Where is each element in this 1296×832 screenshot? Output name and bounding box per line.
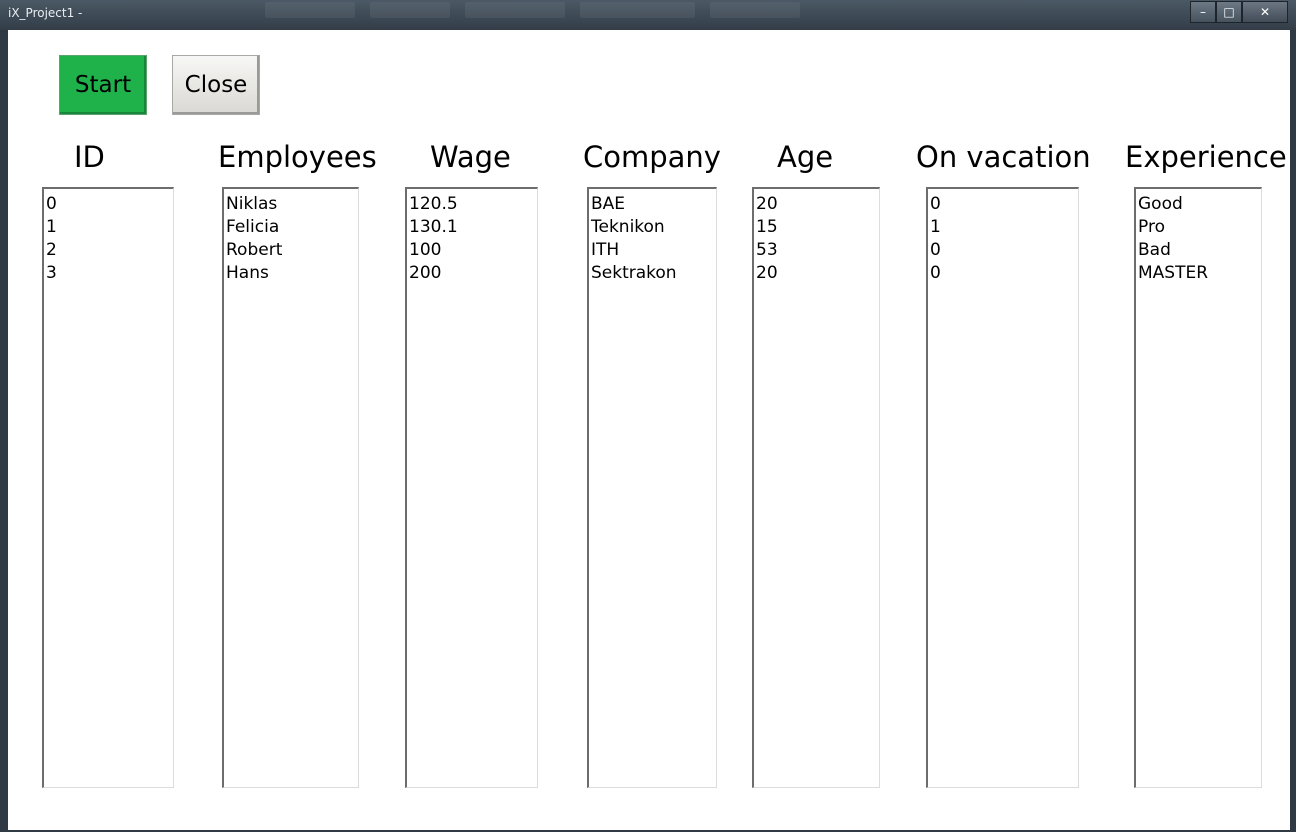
list-item[interactable]: 0 (46, 193, 171, 216)
column-header-experience: Experience (1125, 140, 1287, 174)
list-item[interactable]: 0 (930, 239, 1076, 262)
list-item[interactable]: 20 (756, 262, 877, 285)
list-item[interactable]: Felicia (226, 216, 356, 239)
list-item[interactable]: 0 (930, 193, 1076, 216)
window-controls: – □ ✕ (1190, 1, 1288, 23)
list-item[interactable]: 130.1 (409, 216, 535, 239)
list-item[interactable]: 2 (46, 239, 171, 262)
list-item[interactable]: 53 (756, 239, 877, 262)
background-tab (370, 2, 450, 18)
close-window-icon[interactable]: ✕ (1242, 1, 1288, 23)
background-tab (710, 2, 800, 18)
list-item[interactable]: Niklas (226, 193, 356, 216)
column-header-wage: Wage (430, 140, 511, 174)
start-button[interactable]: Start (59, 55, 147, 115)
list-item[interactable]: Hans (226, 262, 356, 285)
minimize-icon[interactable]: – (1190, 1, 1216, 23)
list-item[interactable]: 100 (409, 239, 535, 262)
list-item[interactable]: Robert (226, 239, 356, 262)
column-header-company: Company (583, 140, 721, 174)
list-item[interactable]: BAE (591, 193, 714, 216)
listbox-on-vacation[interactable]: 0 1 0 0 (926, 187, 1079, 788)
list-item[interactable]: 0 (930, 262, 1076, 285)
listbox-company[interactable]: BAE Teknikon ITH Sektrakon (587, 187, 717, 788)
list-item[interactable]: Bad (1138, 239, 1259, 262)
list-item[interactable]: 200 (409, 262, 535, 285)
listbox-experience[interactable]: Good Pro Bad MASTER (1134, 187, 1262, 788)
column-header-age: Age (777, 140, 834, 174)
list-item[interactable]: 1 (930, 216, 1076, 239)
list-item[interactable]: 20 (756, 193, 877, 216)
column-header-employees: Employees (218, 140, 377, 174)
title-bar[interactable]: iX_Project1 - – □ ✕ (0, 0, 1296, 30)
list-item[interactable]: 1 (46, 216, 171, 239)
list-item[interactable]: MASTER (1138, 262, 1259, 285)
maximize-icon[interactable]: □ (1216, 1, 1242, 23)
list-item[interactable]: 15 (756, 216, 877, 239)
column-header-on-vacation: On vacation (916, 140, 1091, 174)
listbox-id[interactable]: 0 1 2 3 (42, 187, 174, 788)
list-item[interactable]: ITH (591, 239, 714, 262)
list-item[interactable]: Sektrakon (591, 262, 714, 285)
background-tab (465, 2, 565, 18)
list-item[interactable]: Good (1138, 193, 1259, 216)
listbox-employees[interactable]: Niklas Felicia Robert Hans (222, 187, 359, 788)
list-item[interactable]: Pro (1138, 216, 1259, 239)
list-item[interactable]: Teknikon (591, 216, 714, 239)
background-tab (265, 2, 355, 18)
column-header-id: ID (74, 140, 105, 174)
window-title: iX_Project1 - (8, 6, 83, 20)
close-button[interactable]: Close (172, 55, 260, 115)
listbox-age[interactable]: 20 15 53 20 (752, 187, 880, 788)
app-client-area: Start Close ID Employees Wage Company Ag… (8, 30, 1290, 830)
list-item[interactable]: 120.5 (409, 193, 535, 216)
listbox-wage[interactable]: 120.5 130.1 100 200 (405, 187, 538, 788)
list-item[interactable]: 3 (46, 262, 171, 285)
background-tab (580, 2, 695, 18)
